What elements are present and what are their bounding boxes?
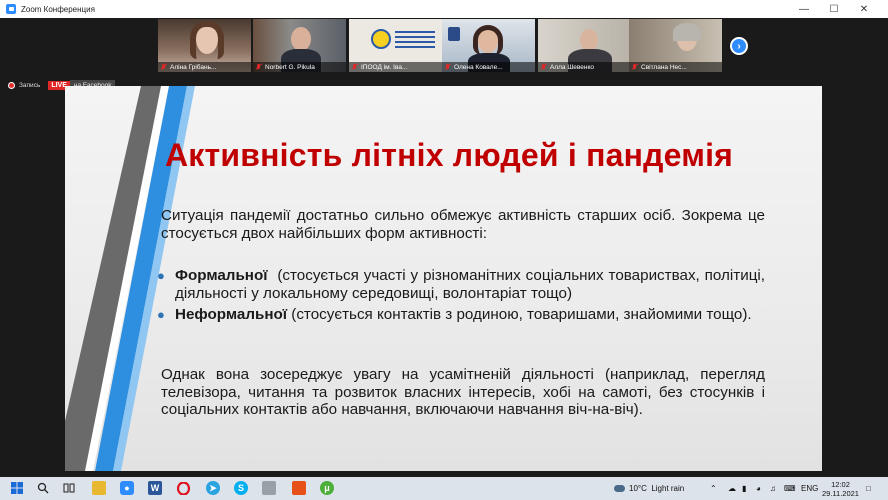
clock-date: 29.11.2021 (822, 488, 859, 498)
bullet-dot-icon: ● (157, 268, 165, 283)
bullet-text: Неформальної (стосується контактів з род… (175, 306, 765, 324)
weather-text: 10°C Light rain (629, 484, 685, 493)
bullet-informal: ● Неформальної (стосується контактів з р… (157, 306, 765, 324)
participant-tile[interactable]: Аліна Грібань... (158, 19, 251, 72)
windows-start-icon[interactable] (10, 481, 24, 495)
institute-logo-icon (371, 29, 391, 49)
cloud-icon (614, 485, 625, 492)
mic-muted-icon (256, 64, 262, 70)
bullet-term: Неформальної (175, 306, 288, 323)
minimize-button[interactable]: — (790, 0, 818, 18)
skype-icon[interactable]: S (234, 481, 248, 495)
participant-name: Світлана Нес... (641, 63, 687, 71)
slide-title: Активність літніх людей і пандемія (165, 137, 734, 173)
participant-namebar: Світлана Нес... (629, 62, 722, 72)
logo-text-lines (395, 31, 435, 33)
file-explorer-icon[interactable] (92, 481, 106, 495)
participant-name: Norbert G. Pikula (265, 63, 315, 71)
maximize-button[interactable]: ☐ (820, 0, 848, 18)
slide-closing-paragraph: Однак вона зосереджує увагу на усамітнен… (161, 366, 765, 418)
mic-muted-icon (541, 64, 547, 70)
app-icon[interactable] (262, 481, 276, 495)
language-indicator[interactable]: ENG (801, 477, 818, 500)
weather-widget[interactable]: 10°C Light rain (614, 477, 684, 500)
bullet-dot-icon: ● (157, 307, 165, 322)
participant-name: ІПООД ім. Іва... (361, 63, 408, 71)
telegram-icon[interactable]: ➤ (206, 481, 220, 495)
participant-tile[interactable]: Алла Шевенко (538, 19, 631, 72)
participant-hair (473, 25, 503, 55)
opera-icon[interactable] (176, 481, 190, 495)
participant-name: Алла Шевенко (550, 63, 595, 71)
close-button[interactable]: ✕ (850, 0, 878, 18)
slide-intro-paragraph: Ситуація пандемії достатньо сильно обмеж… (161, 207, 765, 242)
participant-face (580, 29, 598, 51)
participant-strip: Аліна Грібань... Norbert G. Pikula ІПООД… (0, 18, 888, 74)
search-icon[interactable] (36, 481, 50, 495)
participant-namebar: Norbert G. Pikula (253, 62, 346, 72)
participant-tile[interactable]: Світлана Нес... (629, 19, 722, 72)
shared-slide: Активність літніх людей і пандемія Ситуа… (65, 86, 822, 471)
windows-taskbar: ● W ➤ S μ 10°C Light rain ⌃ ☁ ▮ ◕ ♫ ⌨ EN… (0, 477, 888, 500)
next-page-arrow-icon[interactable]: › (730, 37, 748, 55)
window-title: Zoom Конференция (21, 4, 95, 14)
window-titlebar: Zoom Конференция — ☐ ✕ (0, 0, 888, 18)
participant-namebar: Алла Шевенко (538, 62, 631, 72)
participant-name: Аліна Грібань... (170, 63, 217, 71)
battery-icon[interactable]: ▮ (742, 477, 746, 500)
volume-icon[interactable]: ♫ (770, 477, 776, 500)
bullet-description: (стосується контактів з родиною, товариш… (287, 306, 752, 323)
office-icon[interactable] (292, 481, 306, 495)
recording-label: Запись (19, 81, 41, 89)
participant-namebar: ІПООД ім. Іва... (349, 62, 442, 72)
participant-hair (673, 23, 701, 41)
zoom-app-icon (6, 4, 16, 14)
mic-muted-icon (632, 64, 638, 70)
bullet-text: Формальної (стосується участі у різноман… (175, 267, 765, 302)
network-icon[interactable]: ◕ (756, 477, 761, 500)
mic-muted-icon (445, 64, 451, 70)
mic-muted-icon (352, 64, 358, 70)
participant-namebar: Аліна Грібань... (158, 62, 251, 72)
record-icon (8, 81, 15, 89)
participant-face (291, 27, 311, 51)
clock-time: 12:02 (831, 479, 850, 489)
tray-chevron-icon[interactable]: ⌃ (710, 477, 717, 500)
participant-tile[interactable]: Олена Ковале... (442, 19, 535, 72)
bullet-term: Формальної (175, 267, 268, 284)
onedrive-icon[interactable]: ☁ (728, 477, 736, 500)
participant-tile[interactable]: Norbert G. Pikula (253, 19, 346, 72)
word-icon[interactable]: W (148, 481, 162, 495)
participant-namebar: Олена Ковале... (442, 62, 535, 72)
clock[interactable]: 12:02 29.11.2021 (822, 477, 859, 500)
mic-muted-icon (161, 64, 167, 70)
zoom-taskbar-icon[interactable]: ● (120, 481, 134, 495)
emblem-icon (448, 27, 460, 41)
notifications-icon[interactable]: □ (866, 477, 871, 500)
keyboard-icon[interactable]: ⌨ (784, 477, 796, 500)
torrent-icon[interactable]: μ (320, 481, 334, 495)
participant-name: Олена Ковале... (454, 63, 503, 71)
bullet-formal: ● Формальної (стосується участі у різном… (157, 267, 765, 302)
participant-tile[interactable]: ІПООД ім. Іва... (349, 19, 442, 72)
task-view-icon[interactable] (62, 481, 76, 495)
participant-hair (190, 21, 224, 59)
